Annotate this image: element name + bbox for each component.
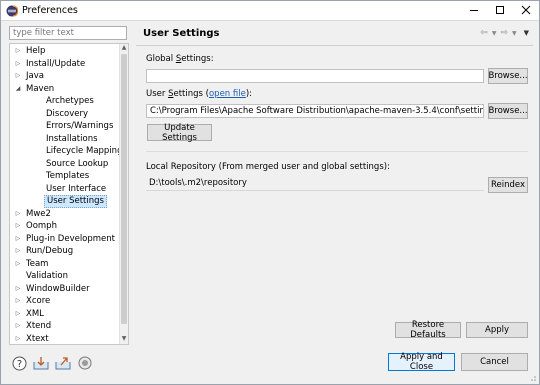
tree-item-label: Errors/Warnings [46, 121, 114, 131]
title-bar: Preferences [1, 1, 539, 21]
restore-defaults-button[interactable]: Restore Defaults [395, 320, 461, 340]
tree-item-label: Xcore [26, 296, 51, 306]
global-settings-field[interactable] [146, 69, 484, 83]
forward-dropdown-icon[interactable]: ▼ [512, 30, 517, 37]
collapsed-arrow-icon[interactable]: ▷ [14, 258, 22, 270]
back-arrow-icon[interactable]: ⇦ [480, 28, 488, 38]
tree-item-label: Templates [46, 171, 90, 181]
tree-item-label: Help [26, 46, 46, 56]
collapsed-arrow-icon[interactable]: ▷ [14, 208, 22, 220]
tree-item-label: Source Lookup [46, 158, 109, 169]
tree-item-label: Lifecycle Mappings [46, 146, 127, 156]
collapsed-arrow-icon[interactable]: ▷ [14, 220, 22, 232]
preference-tree-panel: ▷ Xtext ▷ Xtend ▷ XML ▷ Xcore ▷ WindowBuilder Vali… [9, 26, 129, 345]
tree-item-label: User Interface [46, 183, 107, 194]
tree-item-label: Plug-in Development [26, 233, 116, 244]
collapsed-arrow-icon[interactable]: ▷ [14, 45, 22, 57]
apply-button[interactable]: Apply [466, 322, 528, 338]
help-icon[interactable]: ? [11, 355, 27, 371]
user-settings-field[interactable]: C:\Program Files\Apache Software Distrib… [146, 104, 484, 118]
local-repository-label: Local Repository (From merged user and g… [146, 162, 390, 172]
dialog-button-bar: ? Apply and Close Cancel [1, 347, 539, 384]
tree-item-label: Mwe2 [26, 208, 51, 219]
tree-item-label: User Settings [44, 195, 107, 208]
scroll-up-icon[interactable]: ▲ [120, 44, 128, 53]
user-browse-button[interactable]: Browse... [488, 103, 528, 119]
collapsed-arrow-icon[interactable]: ▷ [14, 295, 22, 307]
tree-item-label: Archetypes [46, 96, 94, 106]
tree-item-label: Run/Debug [26, 246, 74, 256]
export-icon[interactable] [55, 355, 71, 371]
collapsed-arrow-icon[interactable]: ▷ [14, 320, 22, 332]
maximize-icon[interactable] [493, 4, 507, 16]
preferences-window: Preferences ▷ Xtext ▷ Xtend ▷ XML ▷ Xcore ▷ Windo… [0, 0, 540, 385]
tree-scrollbar[interactable]: ▲ ▼ [119, 44, 128, 344]
back-dropdown-icon[interactable]: ▼ [492, 30, 497, 37]
tree-item-label: Xtend [26, 321, 52, 331]
tree-item-label: XML [26, 308, 44, 319]
local-repository-value: D:\tools\.m2\repository [146, 177, 484, 191]
collapsed-arrow-icon[interactable]: ▷ [14, 333, 22, 345]
tree-item-label: Discovery [46, 108, 88, 119]
header-divider [136, 45, 533, 46]
collapsed-arrow-icon[interactable]: ▷ [14, 283, 22, 295]
window-title: Preferences [22, 5, 78, 16]
tree-item-label: Maven [26, 83, 55, 94]
reindex-button[interactable]: Reindex [488, 177, 528, 193]
view-menu-icon[interactable]: ▼ [524, 29, 529, 37]
close-icon[interactable] [519, 4, 533, 16]
eclipse-app-icon [6, 4, 19, 17]
tree-item-label: Installations [46, 133, 98, 144]
scroll-down-icon[interactable]: ▼ [120, 335, 128, 344]
preference-page: User Settings ⇦ ▼ ⇨ ▼ ▼ Global Settings:… [136, 26, 533, 344]
minimize-icon[interactable] [467, 4, 481, 16]
import-icon[interactable] [33, 355, 49, 371]
tree-item-label: Xtext [26, 333, 49, 344]
tree-item-label: Validation [26, 271, 68, 281]
tree-item-label: Team [26, 258, 49, 269]
tree-item-label: WindowBuilder [26, 283, 90, 294]
expanded-arrow-icon[interactable]: ◢ [14, 83, 22, 95]
page-header: User Settings ⇦ ▼ ⇨ ▼ ▼ [136, 26, 533, 44]
collapsed-arrow-icon[interactable]: ▷ [14, 233, 22, 245]
scrollbar-thumb[interactable] [121, 54, 127, 324]
page-title: User Settings [143, 28, 220, 39]
tree-item-label: Java [26, 71, 44, 81]
section-divider [146, 151, 528, 152]
user-settings-label: User Settings (open file): [146, 89, 253, 99]
cancel-button[interactable]: Cancel [461, 353, 528, 371]
filter-input[interactable] [9, 26, 127, 40]
svg-text:?: ? [16, 359, 21, 370]
tree-item-label: Install/Update [26, 58, 86, 69]
global-settings-label: Global Settings: [146, 54, 214, 64]
collapsed-arrow-icon[interactable]: ▷ [14, 70, 22, 82]
collapsed-arrow-icon[interactable]: ▷ [14, 245, 22, 257]
forward-arrow-icon[interactable]: ⇨ [500, 28, 508, 38]
collapsed-arrow-icon[interactable]: ▷ [14, 308, 22, 320]
collapsed-arrow-icon[interactable]: ▷ [14, 58, 22, 70]
oomph-preference-recorder-icon[interactable] [77, 355, 93, 371]
resize-grip-icon[interactable] [529, 374, 537, 382]
page-navigation: ⇦ ▼ ⇨ ▼ ▼ [480, 28, 529, 38]
apply-and-close-button[interactable]: Apply and Close [388, 352, 455, 372]
tree-item-label: Oomph [26, 221, 57, 231]
update-settings-button[interactable]: Update Settings [147, 123, 212, 143]
global-browse-button[interactable]: Browse... [488, 68, 528, 84]
open-file-link[interactable]: open file [209, 89, 246, 99]
preference-tree[interactable]: ▷ Xtext ▷ Xtend ▷ XML ▷ Xcore ▷ WindowBuilder Vali… [9, 43, 129, 345]
